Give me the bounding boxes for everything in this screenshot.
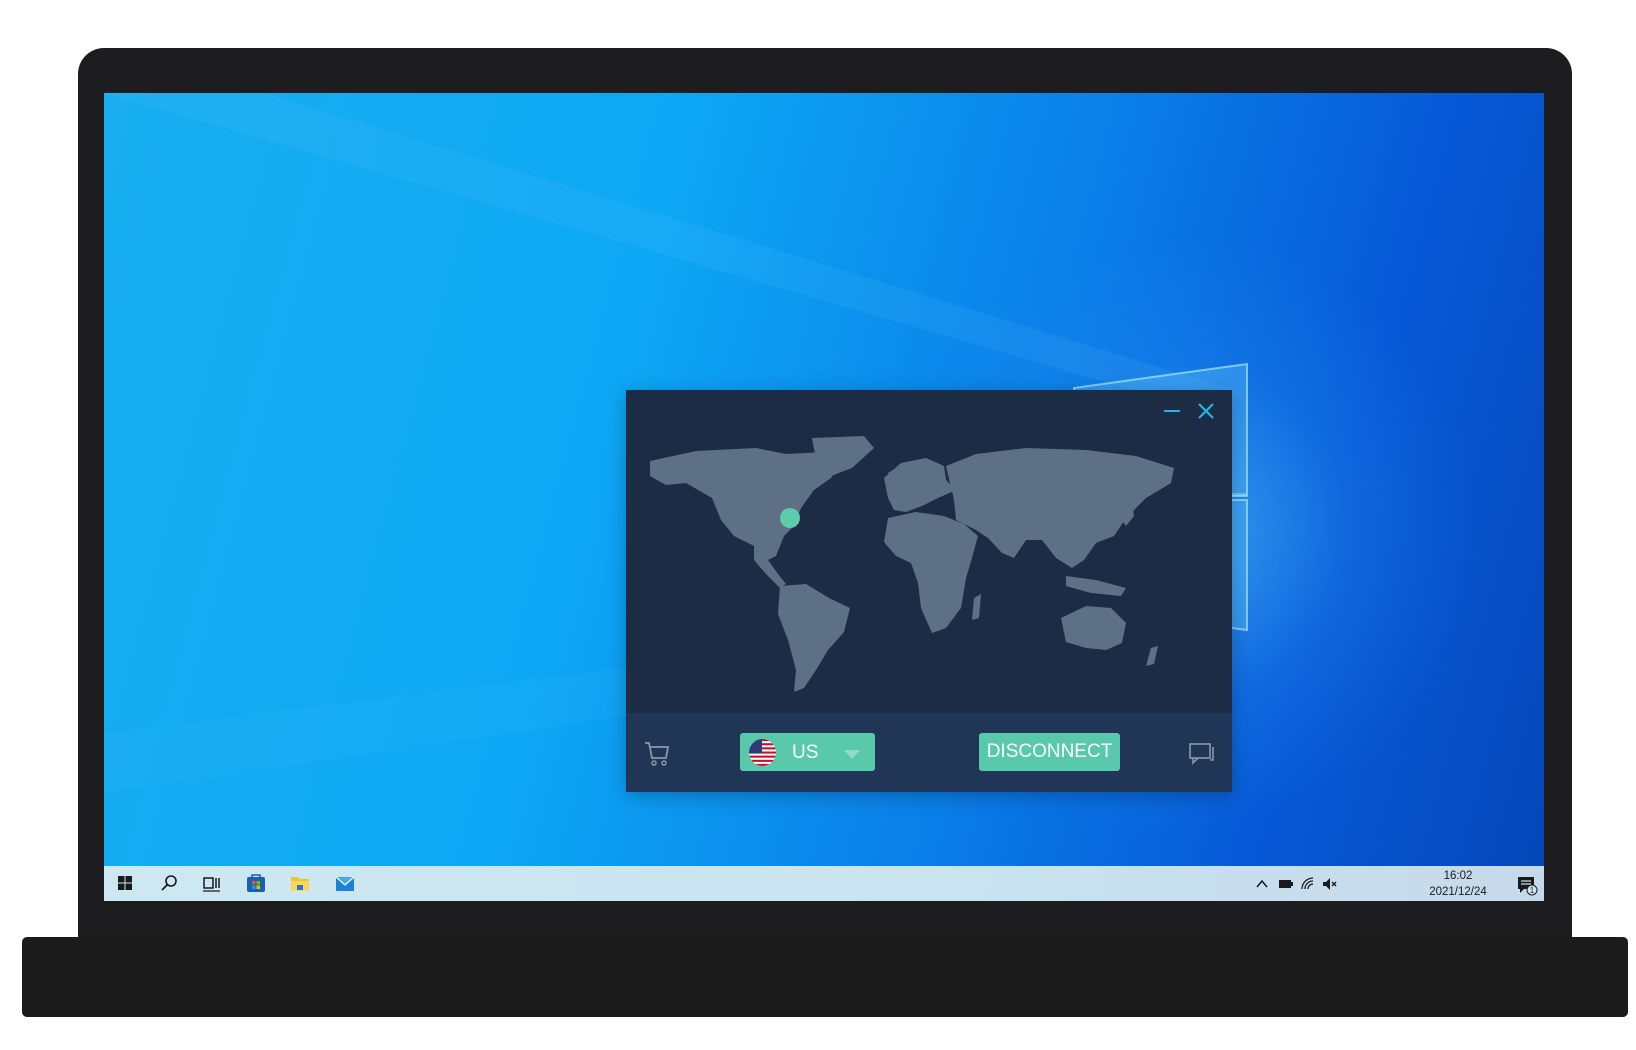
vpn-bottom-bar: US DISCONNECT [626,713,1232,792]
disconnect-button[interactable]: DISCONNECT [979,733,1120,771]
country-select-value: US [792,742,819,763]
task-view-icon[interactable] [200,872,222,894]
taskbar: 16:02 2021/12/24 1 [104,866,1544,901]
desktop: US DISCONNECT 16:02 2021/12/24 1 [104,93,1544,901]
clock-time: 16:02 [1443,870,1473,882]
cart-icon[interactable] [642,738,672,768]
notification-center-icon[interactable]: 1 [1516,874,1538,896]
caret-down-icon [844,750,860,759]
clock-date: 2021/12/24 [1429,886,1487,898]
volume-muted-icon[interactable] [1322,876,1338,892]
battery-icon[interactable] [1278,876,1294,892]
vpn-window: US DISCONNECT [626,390,1232,792]
taskbar-clock[interactable]: 16:02 2021/12/24 [1416,868,1500,900]
store-icon[interactable] [245,872,267,894]
us-flag-icon [749,739,776,766]
country-select[interactable]: US [740,733,875,771]
search-icon[interactable] [158,872,180,894]
world-map [650,436,1174,692]
chat-icon[interactable] [1187,738,1217,768]
windows-start-icon[interactable] [114,872,136,894]
wifi-icon[interactable] [1300,876,1316,892]
file-explorer-icon[interactable] [289,872,311,894]
mail-icon[interactable] [334,872,356,894]
chevron-up-icon[interactable] [1254,876,1270,892]
server-location-marker [780,508,800,528]
laptop-base [22,937,1628,1017]
notification-count: 1 [1530,886,1535,895]
